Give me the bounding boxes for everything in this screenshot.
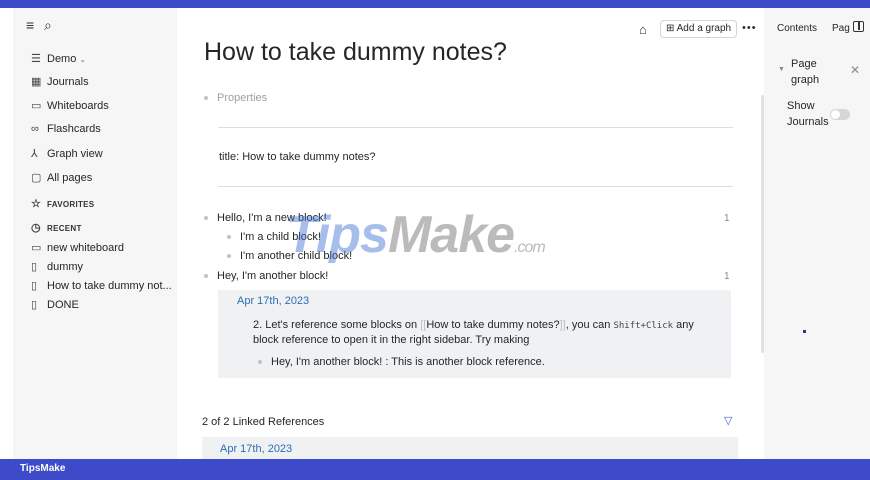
- linked-references-heading[interactable]: 2 of 2 Linked References: [202, 416, 324, 428]
- whiteboard-icon: ▭: [31, 242, 42, 254]
- reference-block-line1[interactable]: 2. Let's reference some blocks on [[How …: [253, 319, 694, 331]
- sidebar-item-graph-view[interactable]: ⅄ Graph view: [31, 147, 103, 160]
- chevron-down-icon: ⌄: [79, 55, 87, 64]
- graph-icon: ⅄: [31, 148, 38, 160]
- add-graph-icon: ⊞: [666, 23, 675, 34]
- graph-selector-label: Demo: [47, 53, 77, 65]
- reference-count[interactable]: 1: [724, 213, 730, 224]
- sidebar-item-whiteboards[interactable]: ▭ Whiteboards: [31, 99, 109, 112]
- search-icon[interactable]: ⌕: [44, 17, 62, 34]
- toggle-sidebar-icon[interactable]: [853, 21, 864, 32]
- watermark-part: Tips: [286, 206, 389, 264]
- reference-block-line2[interactable]: block reference to open it in the right …: [253, 334, 529, 346]
- home-icon[interactable]: ⌂: [639, 22, 647, 37]
- tab-page-graph[interactable]: Pag: [832, 23, 850, 34]
- show-journals-label: Show Journals: [787, 98, 829, 130]
- recent-item-new-whiteboard[interactable]: ▭ new whiteboard: [31, 241, 124, 254]
- watermark-logo: TipsMake.com: [286, 205, 546, 265]
- sidebar-item-all-pages[interactable]: ▢ All pages: [31, 171, 92, 184]
- page-graph-line: graph: [791, 74, 820, 86]
- watermark-part: Make: [387, 206, 515, 264]
- recent-item-label: DONE: [47, 299, 79, 311]
- sidebar-top-controls: ≡ ⌕: [26, 17, 62, 34]
- sidebar-item-label: Graph view: [47, 148, 103, 160]
- block-text: Hey, I'm another block! : This is anothe…: [271, 356, 545, 368]
- page-icon: ▯: [31, 261, 38, 273]
- block-hey[interactable]: Hey, I'm another block!: [204, 270, 328, 282]
- page-title[interactable]: How to take dummy notes?: [204, 38, 507, 67]
- footer-bar: TipsMake: [0, 459, 870, 480]
- sidebar-item-flashcards[interactable]: ∞ Flashcards: [31, 123, 101, 135]
- top-frame-bar: [0, 0, 870, 8]
- footer-brand: TipsMake: [20, 463, 66, 474]
- properties-block[interactable]: Properties: [204, 92, 267, 104]
- favorites-section[interactable]: ☆ FAVORITES: [31, 197, 94, 210]
- block-text: Hey, I'm another block!: [217, 270, 329, 282]
- divider: [218, 127, 733, 128]
- page-graph-line: Page: [791, 58, 817, 70]
- page-graph-title: Page graph: [791, 56, 819, 88]
- linked-date-link[interactable]: Apr 17th, 2023: [220, 443, 292, 455]
- sidebar-item-label: Flashcards: [47, 123, 101, 135]
- block-bullet[interactable]: [204, 274, 208, 279]
- title-property[interactable]: title: How to take dummy notes?: [219, 151, 376, 163]
- recent-item-done[interactable]: ▯ DONE: [31, 298, 79, 311]
- close-icon[interactable]: ✕: [850, 63, 860, 77]
- watermark-part: .com: [514, 239, 546, 256]
- page-ref-link[interactable]: How to take dummy notes?: [426, 319, 559, 331]
- recent-item-label: How to take dummy not...: [47, 280, 172, 292]
- block-bullet[interactable]: [227, 235, 231, 240]
- tab-contents[interactable]: Contents: [777, 23, 817, 34]
- recent-item-label: dummy: [47, 261, 84, 273]
- calendar-icon: ▦: [31, 76, 42, 88]
- menu-icon[interactable]: ≡: [26, 17, 44, 33]
- page-icon: ▯: [31, 299, 38, 311]
- block-bullet[interactable]: [258, 360, 262, 365]
- recent-section[interactable]: ◷ RECENT: [31, 221, 82, 234]
- add-graph-button[interactable]: ⊞ Add a graph: [660, 20, 738, 38]
- sidebar-item-label: Journals: [47, 76, 89, 88]
- block-bullet[interactable]: [227, 254, 231, 259]
- more-options-icon[interactable]: •••: [742, 22, 757, 34]
- block-bullet[interactable]: [204, 96, 208, 101]
- star-icon: ☆: [31, 198, 42, 210]
- show-journals-line: Show: [787, 100, 815, 112]
- recent-item-how-to-take-dummy-notes[interactable]: ▯ How to take dummy not...: [31, 279, 172, 292]
- reference-count[interactable]: 1: [724, 271, 730, 282]
- shortcut-code: Shift+Click: [613, 321, 674, 331]
- recent-item-dummy[interactable]: ▯ dummy: [31, 260, 83, 273]
- recent-item-label: new whiteboard: [47, 242, 125, 254]
- favorites-heading: FAVORITES: [47, 200, 95, 209]
- database-icon: ☰: [31, 53, 41, 65]
- sidebar-item-label: All pages: [47, 172, 93, 184]
- add-graph-label: Add a graph: [676, 23, 732, 34]
- graph-node[interactable]: [803, 330, 806, 333]
- reference-date-link[interactable]: Apr 17th, 2023: [237, 295, 309, 307]
- divider: [218, 186, 733, 187]
- reference-text: any: [676, 319, 694, 331]
- sidebar-item-journals[interactable]: ▦ Journals: [31, 75, 89, 88]
- sidebar-item-label: Whiteboards: [47, 100, 109, 112]
- left-sidebar: ≡ ⌕ ☰ Demo ⌄ ▦ Journals ▭ Whiteboards ∞ Flash…: [13, 8, 177, 459]
- properties-label: Properties: [217, 92, 268, 104]
- page-icon: ▯: [31, 280, 38, 292]
- reference-child-block[interactable]: Hey, I'm another block! : This is anothe…: [258, 356, 545, 368]
- show-journals-line: Journals: [787, 116, 829, 128]
- graph-selector[interactable]: ☰ Demo ⌄: [31, 52, 86, 65]
- collapse-arrow-icon[interactable]: ▼: [778, 66, 785, 73]
- filter-icon[interactable]: ▽: [724, 414, 732, 427]
- whiteboard-icon: ▭: [31, 100, 42, 112]
- recent-heading: RECENT: [47, 224, 82, 233]
- infinity-icon: ∞: [31, 123, 39, 135]
- reference-text: , you can: [565, 319, 611, 331]
- history-icon: ◷: [31, 222, 41, 234]
- block-bullet[interactable]: [204, 216, 208, 221]
- pages-icon: ▢: [31, 172, 42, 184]
- reference-text: 2. Let's reference some blocks on: [253, 319, 418, 331]
- show-journals-toggle[interactable]: [830, 109, 850, 120]
